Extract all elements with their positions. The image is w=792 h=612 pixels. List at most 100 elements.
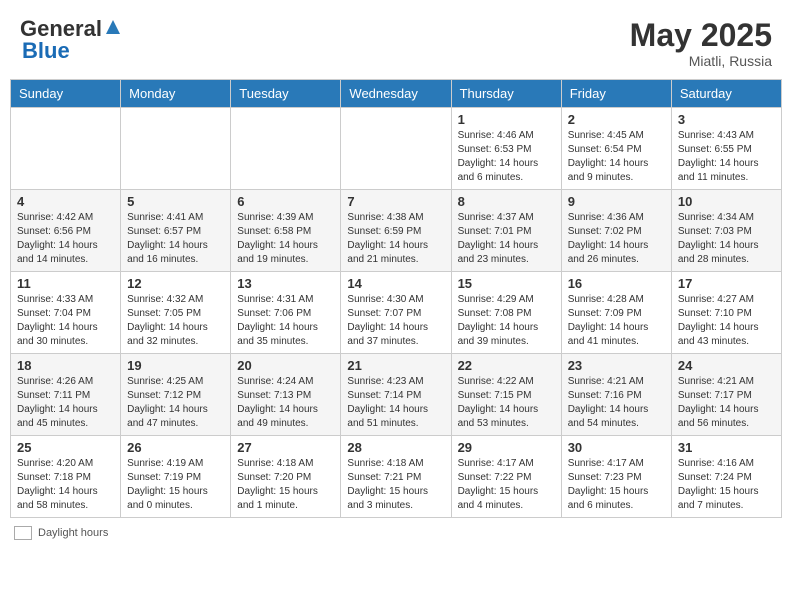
- day-number: 1: [458, 112, 555, 127]
- day-info: Sunrise: 4:22 AM Sunset: 7:15 PM Dayligh…: [458, 375, 555, 431]
- calendar-day-cell: 10 Sunrise: 4:34 AM Sunset: 7:03 PM Dayli…: [671, 190, 781, 272]
- day-number: 14: [347, 276, 444, 291]
- day-number: 13: [237, 276, 334, 291]
- calendar-day-cell: 13 Sunrise: 4:31 AM Sunset: 7:06 PM Dayli…: [231, 272, 341, 354]
- day-number: 8: [458, 194, 555, 209]
- day-info: Sunrise: 4:39 AM Sunset: 6:58 PM Dayligh…: [237, 211, 334, 267]
- day-info: Sunrise: 4:41 AM Sunset: 6:57 PM Dayligh…: [127, 211, 224, 267]
- page-header: General Blue May 2025 Miatli, Russia: [10, 10, 782, 73]
- day-info: Sunrise: 4:45 AM Sunset: 6:54 PM Dayligh…: [568, 129, 665, 185]
- calendar-day-cell: [121, 108, 231, 190]
- day-of-week-header: Thursday: [451, 80, 561, 108]
- calendar-day-cell: [341, 108, 451, 190]
- calendar-week-row: 25 Sunrise: 4:20 AM Sunset: 7:18 PM Dayli…: [11, 436, 782, 518]
- day-info: Sunrise: 4:26 AM Sunset: 7:11 PM Dayligh…: [17, 375, 114, 431]
- day-of-week-header: Wednesday: [341, 80, 451, 108]
- calendar-day-cell: 31Sunrise: 4:16 AM Sunset: 7:24 PM Dayli…: [671, 436, 781, 518]
- day-info: Sunrise: 4:18 AM Sunset: 7:20 PM Dayligh…: [237, 457, 334, 513]
- day-of-week-header: Tuesday: [231, 80, 341, 108]
- day-number: 20: [237, 358, 334, 373]
- day-info: Sunrise: 4:34 AM Sunset: 7:03 PM Dayligh…: [678, 211, 775, 267]
- day-number: 29: [458, 440, 555, 455]
- day-number: 7: [347, 194, 444, 209]
- day-number: 6: [237, 194, 334, 209]
- day-info: Sunrise: 4:19 AM Sunset: 7:19 PM Dayligh…: [127, 457, 224, 513]
- day-number: 11: [17, 276, 114, 291]
- day-number: 9: [568, 194, 665, 209]
- calendar-day-cell: 20Sunrise: 4:24 AM Sunset: 7:13 PM Dayli…: [231, 354, 341, 436]
- day-info: Sunrise: 4:27 AM Sunset: 7:10 PM Dayligh…: [678, 293, 775, 349]
- day-number: 18: [17, 358, 114, 373]
- day-number: 5: [127, 194, 224, 209]
- calendar-day-cell: 7 Sunrise: 4:38 AM Sunset: 6:59 PM Daylig…: [341, 190, 451, 272]
- calendar-day-cell: 21 Sunrise: 4:23 AM Sunset: 7:14 PM Dayli…: [341, 354, 451, 436]
- calendar-day-cell: 18 Sunrise: 4:26 AM Sunset: 7:11 PM Dayli…: [11, 354, 121, 436]
- day-info: Sunrise: 4:21 AM Sunset: 7:16 PM Dayligh…: [568, 375, 665, 431]
- calendar-day-cell: 2 Sunrise: 4:45 AM Sunset: 6:54 PM Daylig…: [561, 108, 671, 190]
- calendar-day-cell: 9 Sunrise: 4:36 AM Sunset: 7:02 PM Daylig…: [561, 190, 671, 272]
- calendar-week-row: 1 Sunrise: 4:46 AM Sunset: 6:53 PM Daylig…: [11, 108, 782, 190]
- day-number: 10: [678, 194, 775, 209]
- calendar-day-cell: 8 Sunrise: 4:37 AM Sunset: 7:01 PM Daylig…: [451, 190, 561, 272]
- day-info: Sunrise: 4:33 AM Sunset: 7:04 PM Dayligh…: [17, 293, 114, 349]
- daylight-box-icon: [14, 526, 32, 540]
- day-number: 30: [568, 440, 665, 455]
- calendar-day-cell: 12Sunrise: 4:32 AM Sunset: 7:05 PM Dayli…: [121, 272, 231, 354]
- logo: General Blue: [20, 18, 122, 63]
- day-info: Sunrise: 4:38 AM Sunset: 6:59 PM Dayligh…: [347, 211, 444, 267]
- calendar-day-cell: 4 Sunrise: 4:42 AM Sunset: 6:56 PM Daylig…: [11, 190, 121, 272]
- day-number: 16: [568, 276, 665, 291]
- calendar-day-cell: 19Sunrise: 4:25 AM Sunset: 7:12 PM Dayli…: [121, 354, 231, 436]
- day-info: Sunrise: 4:21 AM Sunset: 7:17 PM Dayligh…: [678, 375, 775, 431]
- day-info: Sunrise: 4:23 AM Sunset: 7:14 PM Dayligh…: [347, 375, 444, 431]
- day-info: Sunrise: 4:28 AM Sunset: 7:09 PM Dayligh…: [568, 293, 665, 349]
- day-info: Sunrise: 4:36 AM Sunset: 7:02 PM Dayligh…: [568, 211, 665, 267]
- calendar-day-cell: 30 Sunrise: 4:17 AM Sunset: 7:23 PM Dayli…: [561, 436, 671, 518]
- day-info: Sunrise: 4:30 AM Sunset: 7:07 PM Dayligh…: [347, 293, 444, 349]
- day-info: Sunrise: 4:17 AM Sunset: 7:22 PM Dayligh…: [458, 457, 555, 513]
- day-number: 21: [347, 358, 444, 373]
- calendar-week-row: 18 Sunrise: 4:26 AM Sunset: 7:11 PM Dayli…: [11, 354, 782, 436]
- calendar-day-cell: 22Sunrise: 4:22 AM Sunset: 7:15 PM Dayli…: [451, 354, 561, 436]
- day-info: Sunrise: 4:25 AM Sunset: 7:12 PM Dayligh…: [127, 375, 224, 431]
- calendar-day-cell: 14 Sunrise: 4:30 AM Sunset: 7:07 PM Dayli…: [341, 272, 451, 354]
- day-number: 25: [17, 440, 114, 455]
- day-of-week-header: Sunday: [11, 80, 121, 108]
- day-info: Sunrise: 4:42 AM Sunset: 6:56 PM Dayligh…: [17, 211, 114, 267]
- calendar-day-cell: 6 Sunrise: 4:39 AM Sunset: 6:58 PM Daylig…: [231, 190, 341, 272]
- day-info: Sunrise: 4:37 AM Sunset: 7:01 PM Dayligh…: [458, 211, 555, 267]
- day-info: Sunrise: 4:16 AM Sunset: 7:24 PM Dayligh…: [678, 457, 775, 513]
- day-info: Sunrise: 4:17 AM Sunset: 7:23 PM Dayligh…: [568, 457, 665, 513]
- calendar-day-cell: 29 Sunrise: 4:17 AM Sunset: 7:22 PM Dayli…: [451, 436, 561, 518]
- calendar-day-cell: 3Sunrise: 4:43 AM Sunset: 6:55 PM Daylig…: [671, 108, 781, 190]
- day-info: Sunrise: 4:29 AM Sunset: 7:08 PM Dayligh…: [458, 293, 555, 349]
- calendar-day-cell: [11, 108, 121, 190]
- days-of-week-row: SundayMondayTuesdayWednesdayThursdayFrid…: [11, 80, 782, 108]
- day-info: Sunrise: 4:43 AM Sunset: 6:55 PM Dayligh…: [678, 129, 775, 185]
- day-number: 12: [127, 276, 224, 291]
- calendar-day-cell: 16 Sunrise: 4:28 AM Sunset: 7:09 PM Dayli…: [561, 272, 671, 354]
- day-info: Sunrise: 4:20 AM Sunset: 7:18 PM Dayligh…: [17, 457, 114, 513]
- day-number: 2: [568, 112, 665, 127]
- logo-triangle-icon: [104, 18, 122, 36]
- day-info: Sunrise: 4:46 AM Sunset: 6:53 PM Dayligh…: [458, 129, 555, 185]
- location-subtitle: Miatli, Russia: [630, 53, 772, 69]
- day-number: 17: [678, 276, 775, 291]
- calendar-day-cell: 23Sunrise: 4:21 AM Sunset: 7:16 PM Dayli…: [561, 354, 671, 436]
- calendar-day-cell: 28 Sunrise: 4:18 AM Sunset: 7:21 PM Dayli…: [341, 436, 451, 518]
- day-number: 26: [127, 440, 224, 455]
- day-number: 28: [347, 440, 444, 455]
- day-info: Sunrise: 4:18 AM Sunset: 7:21 PM Dayligh…: [347, 457, 444, 513]
- day-of-week-header: Saturday: [671, 80, 781, 108]
- daylight-label: Daylight hours: [38, 527, 108, 539]
- day-info: Sunrise: 4:31 AM Sunset: 7:06 PM Dayligh…: [237, 293, 334, 349]
- month-year-title: May 2025: [630, 18, 772, 53]
- day-number: 4: [17, 194, 114, 209]
- day-of-week-header: Monday: [121, 80, 231, 108]
- calendar-day-cell: 27Sunrise: 4:18 AM Sunset: 7:20 PM Dayli…: [231, 436, 341, 518]
- calendar-body: 1 Sunrise: 4:46 AM Sunset: 6:53 PM Daylig…: [11, 108, 782, 518]
- title-block: May 2025 Miatli, Russia: [630, 18, 772, 69]
- calendar-day-cell: 11 Sunrise: 4:33 AM Sunset: 7:04 PM Dayli…: [11, 272, 121, 354]
- calendar-day-cell: 15Sunrise: 4:29 AM Sunset: 7:08 PM Dayli…: [451, 272, 561, 354]
- day-number: 24: [678, 358, 775, 373]
